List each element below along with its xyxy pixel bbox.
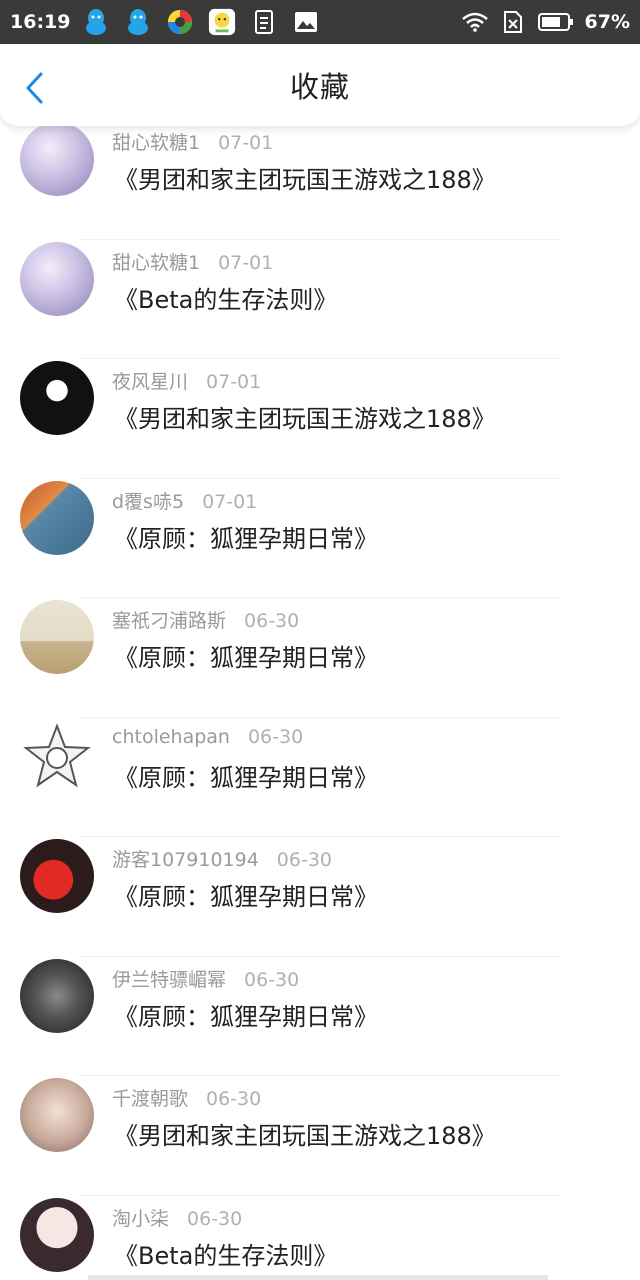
post-date: 06-30	[276, 849, 333, 871]
battery-percent: 67%	[584, 11, 630, 33]
status-bar: 16:19 67%	[0, 0, 640, 44]
username: chtolehapan	[112, 725, 230, 748]
item-title: 《原顾：狐狸孕期日常》	[114, 1002, 378, 1031]
item-title: 《Beta的生存法则》	[114, 1241, 338, 1270]
post-date: 07-01	[206, 371, 262, 393]
qq-icon	[82, 8, 110, 36]
username: d覆s哧5	[112, 490, 185, 513]
avatar[interactable]	[20, 126, 94, 196]
avatar[interactable]	[20, 361, 94, 435]
item-title: 《Beta的生存法则》	[114, 285, 338, 314]
username: 游客107910194	[112, 849, 259, 871]
header: 收藏	[0, 44, 640, 126]
post-date: 06-30	[247, 725, 304, 748]
post-date: 06-30	[244, 968, 300, 991]
sim-icon	[499, 8, 527, 36]
document-icon	[250, 8, 278, 36]
avatar[interactable]	[20, 719, 94, 794]
app-icon	[208, 8, 236, 36]
list-item[interactable]: 淘小柒 06-30 《Beta的生存法则》	[0, 1196, 640, 1280]
list-item[interactable]: 甜心软糖1 07-01 《男团和家主团玩国王游戏之188》	[0, 126, 640, 240]
image-icon	[292, 8, 320, 36]
username: 甜心软糖1	[112, 132, 201, 154]
wifi-icon	[461, 8, 489, 36]
post-date: 07-01	[218, 251, 274, 274]
item-title: 《原顾：狐狸孕期日常》	[114, 763, 378, 792]
avatar[interactable]	[20, 839, 94, 913]
avatar[interactable]	[20, 600, 94, 674]
post-date: 06-30	[244, 610, 300, 632]
username: 夜风星川	[112, 371, 189, 393]
notification-icons	[82, 8, 320, 36]
avatar[interactable]	[20, 1078, 94, 1152]
star-icon	[23, 722, 91, 787]
list-item[interactable]: chtolehapan 06-30 《原顾：狐狸孕期日常》	[0, 718, 640, 837]
page-title: 收藏	[289, 70, 350, 104]
status-time: 16:19	[10, 11, 71, 33]
scroll-indicator	[88, 1275, 548, 1280]
post-date: 07-01	[218, 132, 274, 154]
username: 甜心软糖1	[112, 251, 201, 274]
avatar[interactable]	[20, 958, 94, 1033]
item-title: 《原顾：狐狸孕期日常》	[114, 883, 378, 911]
avatar[interactable]	[20, 241, 94, 316]
list-item[interactable]: 千渡朝歌 06-30 《男团和家主团玩国王游戏之188》	[0, 1076, 640, 1196]
item-title: 《男团和家主团玩国王游戏之188》	[114, 1122, 496, 1150]
list-item[interactable]: d覆s哧5 07-01 《原顾：狐狸孕期日常》	[0, 479, 640, 598]
battery-icon	[537, 8, 575, 36]
post-date: 07-01	[202, 490, 258, 513]
list-item[interactable]: 塞祇刁浦路斯 06-30 《原顾：狐狸孕期日常》	[0, 598, 640, 718]
username: 塞祇刁浦路斯	[112, 610, 227, 632]
qq-icon	[124, 8, 152, 36]
avatar[interactable]	[20, 1197, 94, 1272]
list-item[interactable]: 伊兰特骠嵋幂 06-30 《原顾：狐狸孕期日常》	[0, 957, 640, 1076]
favorites-list: 甜心软糖1 07-01 《男团和家主团玩国王游戏之188》 甜心软糖1 07-01 …	[0, 126, 640, 1280]
username: 淘小柒	[112, 1207, 170, 1230]
list-item[interactable]: 夜风星川 07-01 《男团和家主团玩国王游戏之188》	[0, 359, 640, 479]
app-icon	[166, 8, 194, 36]
list-item[interactable]: 游客107910194 06-30 《原顾：狐狸孕期日常》	[0, 837, 640, 957]
chevron-left-icon	[26, 72, 43, 104]
post-date: 06-30	[187, 1207, 243, 1230]
username: 千渡朝歌	[112, 1088, 189, 1110]
system-icons: 67%	[461, 8, 630, 36]
back-button[interactable]	[18, 70, 50, 106]
item-title: 《男团和家主团玩国王游戏之188》	[114, 405, 496, 433]
post-date: 06-30	[206, 1088, 262, 1110]
list-item[interactable]: 甜心软糖1 07-01 《Beta的生存法则》	[0, 240, 640, 359]
item-title: 《男团和家主团玩国王游戏之188》	[114, 166, 496, 194]
item-title: 《原顾：狐狸孕期日常》	[114, 644, 378, 672]
item-title: 《原顾：狐狸孕期日常》	[114, 524, 378, 553]
username: 伊兰特骠嵋幂	[112, 968, 227, 991]
avatar[interactable]	[20, 480, 94, 555]
